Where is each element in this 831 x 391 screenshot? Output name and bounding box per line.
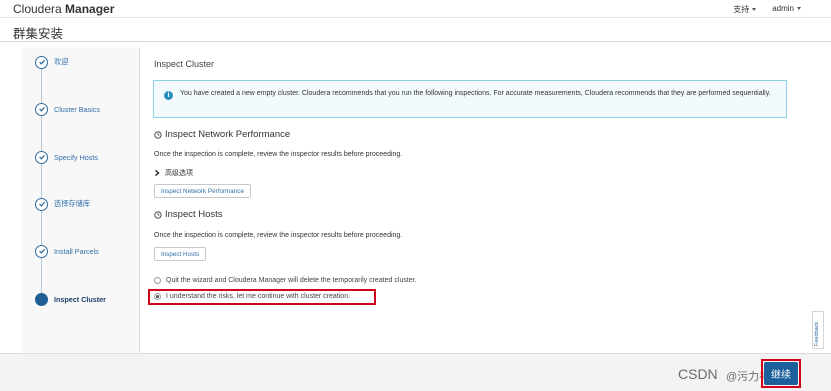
annotation-highlight-box bbox=[148, 289, 376, 305]
network-description: Once the inspection is complete, review … bbox=[154, 151, 403, 158]
section-title: Inspect Cluster bbox=[154, 59, 215, 69]
watermark-at-sign: @ bbox=[726, 371, 738, 383]
brand-name-bold: Manager bbox=[65, 2, 115, 16]
network-heading: Inspect Network Performance bbox=[154, 129, 290, 140]
info-icon: i bbox=[164, 91, 173, 100]
user-menu-label: admin bbox=[772, 4, 794, 13]
clock-icon bbox=[154, 130, 162, 139]
check-circle-icon bbox=[35, 197, 48, 211]
step-inspect-cluster[interactable]: Inspect Cluster bbox=[35, 292, 140, 306]
step-welcome[interactable]: 欢迎 bbox=[35, 55, 140, 69]
step-select-repository[interactable]: 选择存储库 bbox=[35, 197, 140, 211]
check-circle-icon bbox=[35, 150, 48, 164]
hosts-heading: Inspect Hosts bbox=[154, 209, 223, 220]
support-menu-label: 支持 bbox=[733, 5, 750, 14]
check-circle-icon bbox=[35, 102, 48, 116]
info-alert: i You have created a new empty cluster. … bbox=[153, 80, 787, 118]
info-alert-text: You have created a new empty cluster. Cl… bbox=[180, 90, 771, 97]
steps-connector-line bbox=[41, 62, 42, 300]
page-title: 群集安装 bbox=[13, 27, 64, 41]
step-install-parcels[interactable]: Install Parcels bbox=[35, 244, 140, 258]
step-cluster-basics[interactable]: Cluster Basics bbox=[35, 102, 140, 116]
check-circle-icon bbox=[35, 55, 48, 69]
step-label: Cluster Basics bbox=[54, 104, 100, 114]
watermark-brand: CSDN bbox=[678, 366, 718, 382]
wizard-footer: CSDN @污力神祖 继续 bbox=[0, 353, 831, 391]
inspect-hosts-button[interactable]: Inspect Hosts bbox=[154, 247, 207, 261]
title-divider bbox=[0, 41, 831, 42]
chevron-right-icon bbox=[155, 170, 160, 176]
feedback-label: Feedback bbox=[814, 321, 820, 346]
step-label: 欢迎 bbox=[54, 57, 69, 66]
advanced-options-label: 高级选项 bbox=[165, 170, 193, 177]
current-step-dot-icon bbox=[35, 292, 48, 306]
step-label: Inspect Cluster bbox=[54, 294, 106, 304]
chevron-down-icon bbox=[797, 7, 801, 11]
watermark: CSDN bbox=[678, 366, 718, 382]
top-navbar: Cloudera Manager 支持 admin bbox=[0, 0, 831, 18]
network-heading-text: Inspect Network Performance bbox=[165, 129, 291, 140]
step-label: 选择存储库 bbox=[54, 199, 90, 208]
wizard-steps-sidebar: 欢迎 Cluster Basics Specify Hosts 选择存储库 In… bbox=[22, 47, 140, 353]
step-specify-hosts[interactable]: Specify Hosts bbox=[35, 150, 140, 164]
main-content: Inspect Cluster i You have created a new… bbox=[141, 47, 811, 353]
brand-logo[interactable]: Cloudera Manager bbox=[13, 2, 114, 16]
check-circle-icon bbox=[35, 244, 48, 258]
option-quit-wizard[interactable]: Quit the wizard and Cloudera Manager wil… bbox=[154, 277, 417, 284]
chevron-down-icon bbox=[752, 8, 757, 12]
hosts-description: Once the inspection is complete, review … bbox=[154, 232, 403, 239]
support-menu[interactable]: 支持 bbox=[733, 4, 757, 15]
step-label: Install Parcels bbox=[54, 246, 99, 256]
inspect-network-button[interactable]: Inspect Network Performance bbox=[154, 184, 251, 198]
brand-name-light: Cloudera bbox=[13, 2, 62, 16]
option-label: Quit the wizard and Cloudera Manager wil… bbox=[166, 277, 417, 284]
step-label: Specify Hosts bbox=[54, 152, 98, 162]
radio-button[interactable] bbox=[154, 277, 161, 284]
hosts-heading-text: Inspect Hosts bbox=[165, 209, 223, 220]
clock-icon bbox=[154, 210, 162, 219]
user-menu[interactable]: admin bbox=[772, 4, 801, 15]
feedback-tab[interactable]: Feedback bbox=[812, 311, 824, 349]
continue-button[interactable]: 继续 bbox=[764, 362, 798, 385]
advanced-options-toggle[interactable]: 高级选项 bbox=[154, 168, 193, 178]
top-right-menu: 支持 admin bbox=[733, 4, 801, 15]
